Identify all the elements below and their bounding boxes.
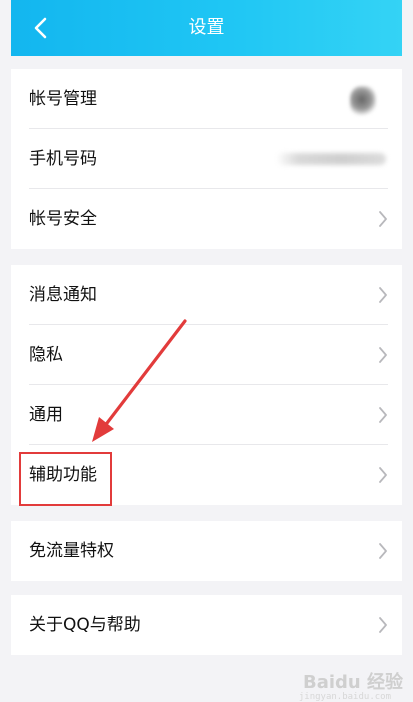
settings-item-notifications[interactable]: 消息通知 [11,265,402,325]
settings-item-label: 帐号安全 [29,209,97,229]
settings-item-label: 帐号管理 [29,89,97,109]
settings-item-label: 手机号码 [29,149,97,169]
phone-number-value [276,153,386,165]
title-bar: 设置 [11,0,402,56]
watermark-logo: Baidu 经验 [302,672,403,693]
chevron-right-icon [379,211,387,227]
settings-item-label: 隐私 [29,345,63,365]
avatar [350,86,376,116]
chevron-right-icon [379,617,387,633]
chevron-right-icon [379,347,387,363]
account-settings-group: 帐号管理 手机号码 帐号安全 [11,69,402,249]
back-arrow-icon [34,17,47,39]
settings-item-account-security[interactable]: 帐号安全 [11,189,402,249]
settings-item-privacy[interactable]: 隐私 [11,325,402,385]
about-group: 关于QQ与帮助 [11,595,402,655]
settings-item-phone-number[interactable]: 手机号码 [11,129,402,189]
settings-item-free-data-privilege[interactable]: 免流量特权 [11,521,402,581]
annotation-highlight-box [19,452,112,506]
data-privilege-group: 免流量特权 [11,521,402,581]
back-button[interactable] [25,13,53,43]
chevron-right-icon [379,543,387,559]
settings-item-label: 通用 [29,405,63,425]
watermark-url: jingyan.baidu.com [298,692,391,702]
settings-item-account-management[interactable]: 帐号管理 [11,69,402,129]
settings-item-label: 消息通知 [29,285,97,305]
page-title: 设置 [188,17,225,38]
settings-item-about-qq-help[interactable]: 关于QQ与帮助 [11,595,402,655]
settings-item-label: 免流量特权 [29,541,114,561]
settings-item-label: 关于QQ与帮助 [29,615,141,635]
settings-item-general[interactable]: 通用 [11,385,402,445]
chevron-right-icon [379,287,387,303]
chevron-right-icon [379,467,387,483]
chevron-right-icon [379,407,387,423]
